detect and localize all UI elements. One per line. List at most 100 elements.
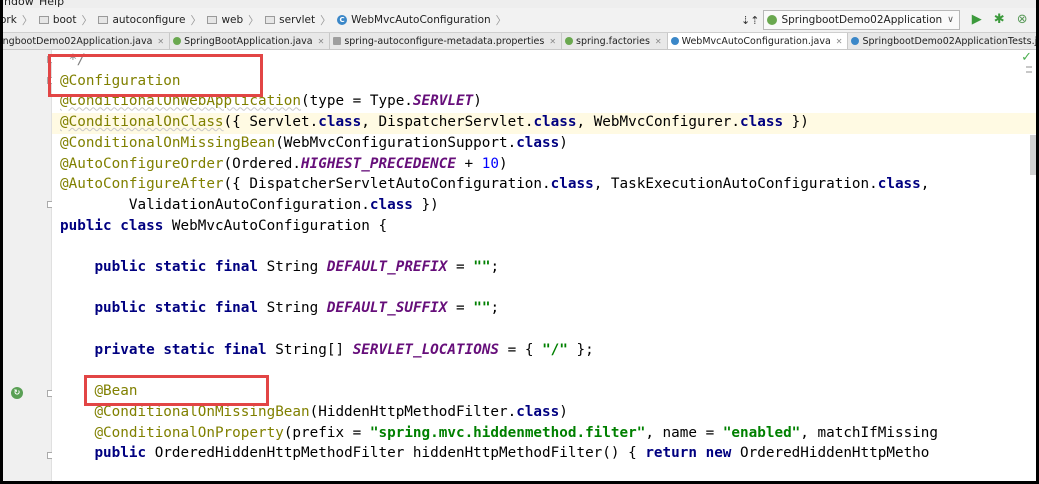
spring-bean-gutter-icon[interactable]: ↻ xyxy=(11,387,23,399)
code-text: ({ DispatcherServletAutoConfiguration. xyxy=(223,176,551,193)
folder-icon xyxy=(38,16,49,24)
build-hammer-icon[interactable]: ⇣⇡ xyxy=(741,14,759,27)
breadcrumb-item[interactable]: servlet 〉 xyxy=(265,12,331,28)
code-text: ; xyxy=(490,300,500,317)
run-toolbar: ⇣⇡ SpringbootDemo02Application ∨ ▶ ✱ ⊗ ◈… xyxy=(741,10,1036,30)
class-icon xyxy=(670,37,679,45)
code-text: ValidationAutoConfiguration. xyxy=(60,196,370,213)
annotation: @ConditionalOnProperty xyxy=(94,424,284,441)
keyword: public xyxy=(94,259,147,276)
annotation: @AutoConfigureOrder xyxy=(60,155,224,172)
keyword: public xyxy=(94,300,147,317)
string-literal: "" xyxy=(473,300,491,317)
editor-gutter[interactable]: ↻ xyxy=(3,50,54,481)
code-text: , matchIfMissing xyxy=(800,424,939,441)
ide-window: indow Help ork 〉 boot 〉 autoconfigure 〉 web… xyxy=(3,0,1036,481)
vertical-scrollbar-thumb[interactable] xyxy=(1030,135,1036,175)
folder-icon xyxy=(265,16,276,24)
chevron-right-icon: 〉 xyxy=(81,14,93,27)
inspection-ok-icon[interactable]: ✓ xyxy=(1021,50,1032,65)
run-icon[interactable]: ▶ xyxy=(972,10,982,30)
keyword: static xyxy=(154,259,207,276)
spring-file-icon xyxy=(565,37,574,45)
code-editor[interactable]: */ @Configuration @ConditionalOnWebAppli… xyxy=(52,50,1036,481)
tab-label: WebMvcAutoConfiguration.java xyxy=(681,35,831,47)
editor-tab[interactable]: ingbootDemo02Application.java ✕ xyxy=(3,33,171,49)
code-text: (type = Type. xyxy=(301,93,413,110)
scroll-marker[interactable] xyxy=(1026,66,1032,68)
code-text: , DispatcherServlet. xyxy=(361,114,534,131)
code-text: (Ordered. xyxy=(223,155,302,172)
keyword: final xyxy=(214,259,259,276)
string-literal: "/" xyxy=(542,341,568,358)
keyword: class xyxy=(120,217,164,234)
breadcrumb-item[interactable]: boot 〉 xyxy=(38,12,93,28)
constant: SERVLET_LOCATIONS xyxy=(352,341,500,358)
constant: SERVLET xyxy=(412,93,474,110)
editor-tab[interactable]: spring.factories ✕ xyxy=(562,33,668,49)
code-text: { xyxy=(524,341,543,358)
string-literal: "" xyxy=(473,259,491,276)
constant: DEFAULT_SUFFIX xyxy=(326,300,448,317)
keyword: class xyxy=(369,196,413,213)
editor-tab-active[interactable]: WebMvcAutoConfiguration.java ✕ xyxy=(667,33,849,49)
breadcrumb-item[interactable]: ork 〉 xyxy=(3,12,33,28)
class-icon: C xyxy=(337,15,348,25)
highlight-box-bean xyxy=(84,375,269,406)
code-text: OrderedHiddenHttpMetho xyxy=(731,445,930,462)
coverage-icon[interactable]: ⊗ xyxy=(1017,10,1028,30)
breadcrumb-item[interactable]: C WebMvcAutoConfiguration 〉 xyxy=(337,12,507,28)
code-text: ({ Servlet. xyxy=(223,114,319,131)
keyword: class xyxy=(740,114,784,131)
breadcrumb-item[interactable]: web 〉 xyxy=(207,12,259,28)
run-configuration-label: SpringbootDemo02Application xyxy=(781,14,943,26)
code-text: OrderedHiddenHttpMethodFilter hiddenHttp… xyxy=(146,445,646,462)
breadcrumb-label: WebMvcAutoConfiguration xyxy=(351,14,491,26)
breadcrumb-item[interactable]: autoconfigure 〉 xyxy=(98,12,201,28)
keyword: class xyxy=(533,114,577,131)
keyword: new xyxy=(705,445,732,462)
string-literal: "spring.mvc.hiddenmethod.filter" xyxy=(369,424,646,441)
code-text: }; xyxy=(567,341,594,358)
keyword: class xyxy=(550,176,594,193)
keyword: public xyxy=(94,445,147,462)
breadcrumb-label: autoconfigure xyxy=(112,14,186,26)
editor-tab[interactable]: SpringBootApplication.java ✕ xyxy=(170,33,331,49)
debug-icon[interactable]: ✱ xyxy=(994,10,1005,30)
close-icon[interactable]: ✕ xyxy=(549,37,556,46)
run-configuration-select[interactable]: SpringbootDemo02Application ∨ xyxy=(763,10,960,30)
editor-tab-bar: ingbootDemo02Application.java ✕ SpringBoo… xyxy=(3,33,1036,50)
keyword: class xyxy=(877,176,921,193)
annotation: @ConditionalOnMissingBean xyxy=(94,403,310,420)
chevron-down-icon: ∨ xyxy=(947,15,954,25)
code-text: }) xyxy=(783,114,809,131)
menu-bar: indow Help xyxy=(3,0,1036,8)
breadcrumb-label: ork xyxy=(3,14,17,26)
keyword: static xyxy=(163,341,215,358)
code-text: ) xyxy=(559,403,568,420)
folder-icon xyxy=(98,16,109,24)
breadcrumb: ork 〉 boot 〉 autoconfigure 〉 web 〉 servlet 〉 … xyxy=(3,8,513,32)
code-text: (WebMvcConfigurationSupport. xyxy=(275,134,517,151)
close-icon[interactable]: ✕ xyxy=(157,37,164,46)
keyword: private xyxy=(94,341,155,358)
close-icon[interactable]: ✕ xyxy=(836,37,843,46)
folder-icon xyxy=(207,16,218,24)
menu-item-window[interactable]: indow xyxy=(3,0,34,8)
close-icon[interactable]: ✕ xyxy=(655,37,662,46)
code-text: (prefix = xyxy=(283,424,370,441)
tab-label: spring-autoconfigure-metadata.properties xyxy=(344,35,545,47)
breadcrumb-label: servlet xyxy=(279,14,316,26)
keyword: final xyxy=(214,300,259,317)
code-text: String xyxy=(258,259,327,276)
menu-item-help[interactable]: Help xyxy=(39,0,64,8)
close-icon[interactable]: ✕ xyxy=(318,37,325,46)
constant: HIGHEST_PRECEDENCE xyxy=(301,155,456,172)
string-literal: "enabled" xyxy=(722,424,801,441)
scroll-marker[interactable] xyxy=(1026,71,1032,73)
tab-label: SpringBootApplication.java xyxy=(184,35,313,47)
chevron-right-icon: 〉 xyxy=(495,14,507,27)
editor-tab[interactable]: spring-autoconfigure-metadata.properties… xyxy=(330,33,563,49)
keyword: class xyxy=(516,403,560,420)
editor-tab[interactable]: SpringbootDemo02ApplicationTests.java✕ xyxy=(848,33,1036,49)
